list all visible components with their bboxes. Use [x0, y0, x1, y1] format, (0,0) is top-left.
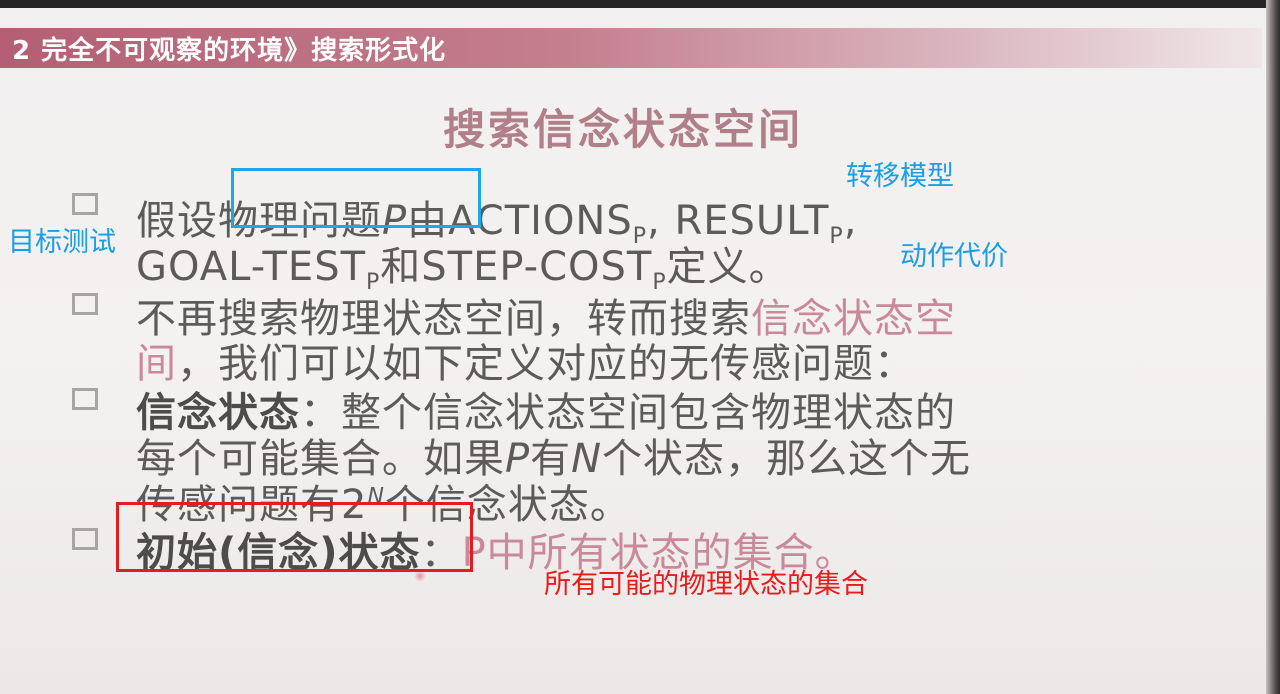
bullet-checkbox-icon [72, 528, 98, 550]
section-header-text: 2 完全不可观察的环境》搜索形式化 [12, 36, 447, 66]
annotation-transition-model: 转移模型 [846, 161, 954, 192]
bullet-checkbox-icon [72, 388, 98, 410]
highlight-box-physical-problem [231, 168, 481, 228]
result-subscript: P [829, 224, 844, 249]
screen-edge [1266, 0, 1280, 694]
bullet-checkbox-icon [72, 293, 98, 315]
goal-test-text: GOAL-TEST [136, 244, 367, 290]
step-cost-text: 和STEP-COST [380, 244, 653, 290]
bullet-3-text-c: 个状态，那么这个无 [602, 436, 972, 482]
slide-title: 搜索信念状态空间 [442, 105, 803, 154]
section-header-bar: 2 完全不可观察的环境》搜索形式化 [0, 28, 1262, 68]
annotation-goal-test: 目标测试 [8, 227, 116, 258]
defined-text: 定义。 [666, 244, 790, 290]
bullet-checkbox-icon [72, 193, 98, 215]
annotation-action-cost: 动作代价 [900, 241, 1008, 272]
line-tail-comma: , [843, 198, 858, 244]
highlight-box-initial-state [116, 502, 473, 572]
annotation-initial-state-note: 所有可能的物理状态的集合 [544, 569, 868, 600]
